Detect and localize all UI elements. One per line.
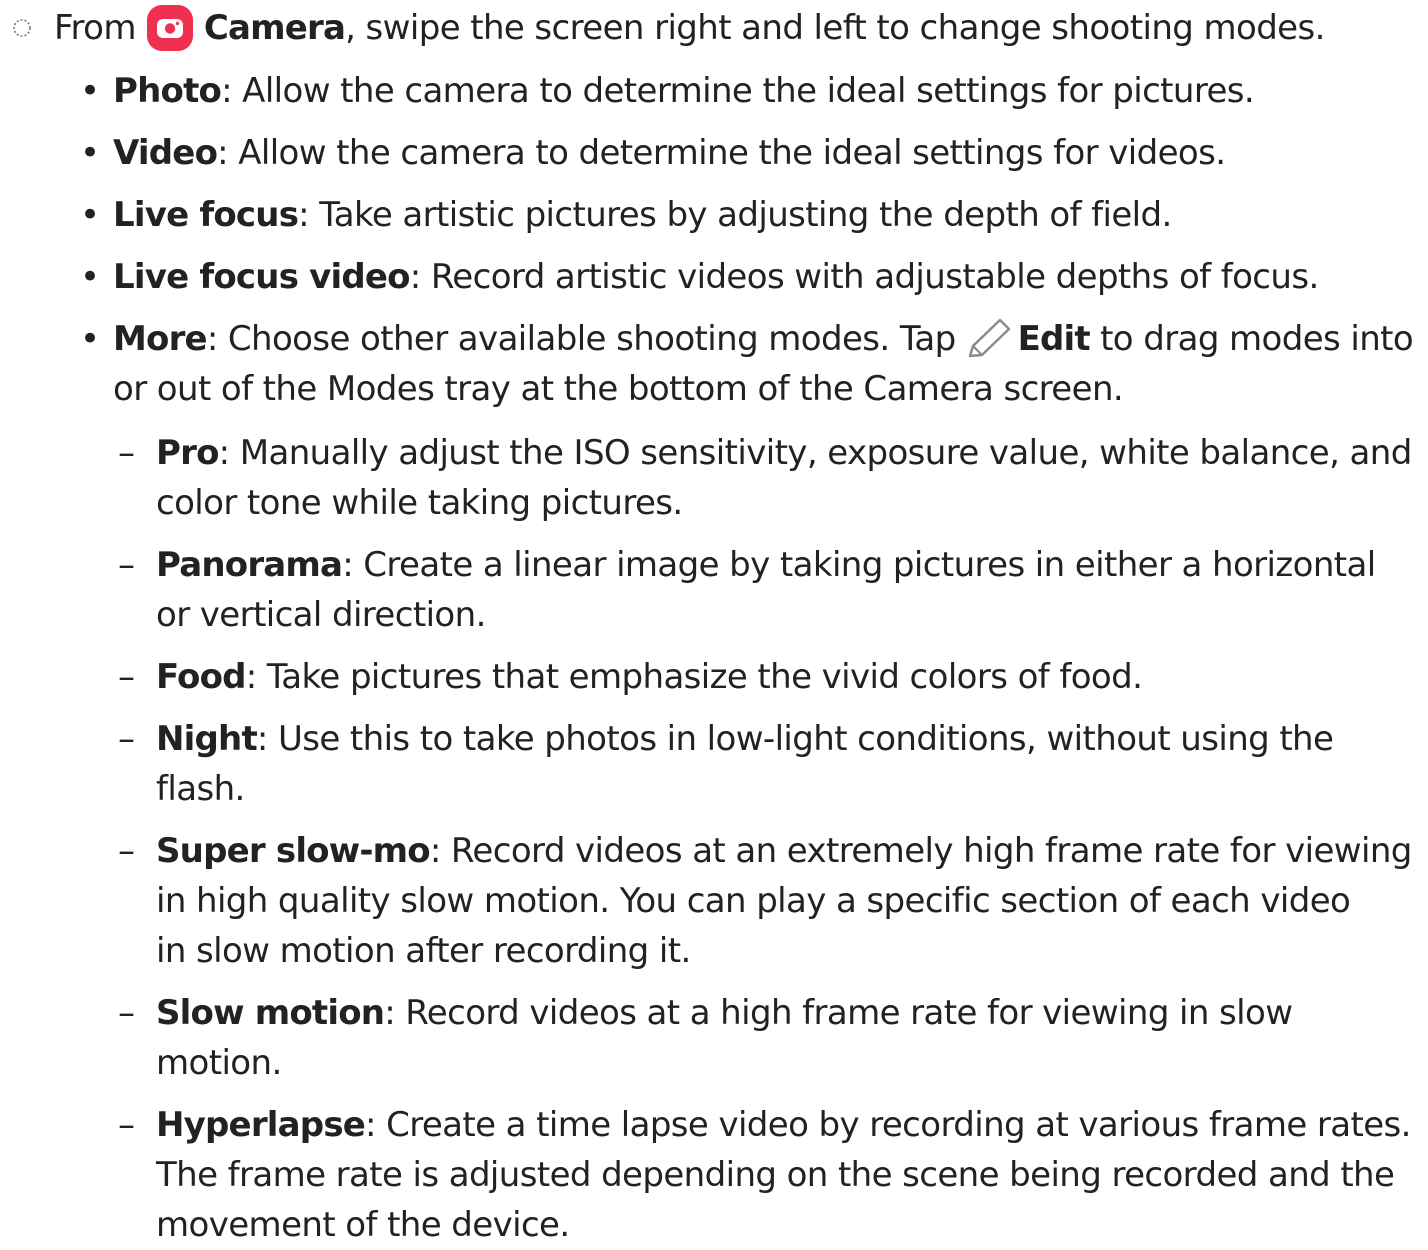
mode-desc-line2: in high quality slow motion. You can pla… (156, 881, 1351, 921)
dash-marker: – (118, 545, 135, 585)
mode-term: Super slow-mo (156, 831, 431, 871)
mode-desc-line2: color tone while taking pictures. (156, 483, 683, 523)
mode-desc: : Choose other available shooting modes.… (206, 319, 956, 359)
mode-desc-line3: in slow motion after recording it. (156, 931, 691, 971)
mode-desc: : Create a linear image by taking pictur… (342, 545, 1376, 585)
list-item-live-focus-video: Live focus video: Record artistic videos… (113, 252, 1413, 302)
intro-text-before: From (54, 8, 136, 48)
mode-term: Food (156, 657, 247, 697)
camera-app-icon (146, 5, 193, 51)
dash-marker: – (118, 433, 135, 473)
mode-desc-line2: or vertical direction. (156, 595, 486, 635)
mode-desc: : Take pictures that emphasize the vivid… (245, 657, 1143, 697)
mode-term: Hyperlapse (156, 1105, 366, 1145)
intro-text-after: , swipe the screen right and left to cha… (345, 8, 1325, 48)
mode-term: Photo (113, 71, 222, 111)
list-item-panorama: Panorama: Create a linear image by takin… (156, 540, 1416, 640)
mode-desc-line2: motion. (156, 1043, 282, 1083)
list-item-photo: Photo: Allow the camera to determine the… (113, 66, 1413, 116)
list-item-live-focus: Live focus: Take artistic pictures by ad… (113, 190, 1413, 240)
document-page: From Camera , swipe the screen right and… (0, 0, 1428, 1245)
dash-marker: – (118, 657, 135, 697)
list-item-pro: Pro: Manually adjust the ISO sensitivity… (156, 428, 1416, 528)
mode-term: Slow motion (156, 993, 385, 1033)
list-item-more: More: Choose other available shooting mo… (113, 314, 1414, 414)
mode-desc: : Manually adjust the ISO sensitivity, e… (218, 433, 1413, 473)
list-item-hyperlapse: Hyperlapse: Create a time lapse video by… (156, 1100, 1416, 1250)
mode-desc: : Take artistic pictures by adjusting th… (298, 195, 1172, 235)
mode-desc: : Record videos at a high frame rate for… (384, 993, 1293, 1033)
mode-desc: : Record artistic videos with adjustable… (409, 257, 1320, 297)
dash-marker: – (118, 831, 135, 871)
list-item-slow-motion: Slow motion: Record videos at a high fra… (156, 988, 1416, 1088)
dash-marker: – (118, 1105, 135, 1145)
step-circle-icon (13, 19, 31, 37)
bullet-marker: • (80, 71, 101, 111)
bullet-marker: • (80, 257, 101, 297)
list-item-food: Food: Take pictures that emphasize the v… (156, 652, 1416, 702)
dash-marker: – (118, 993, 135, 1033)
mode-desc-line2: The frame rate is adjusted depending on … (156, 1155, 1395, 1195)
mode-term: Live focus (113, 195, 299, 235)
mode-term: Video (113, 133, 218, 173)
list-item-video: Video: Allow the camera to determine the… (113, 128, 1413, 178)
list-item-night: Night: Use this to take photos in low-li… (156, 714, 1416, 814)
mode-desc: : Allow the camera to determine the idea… (217, 133, 1226, 173)
mode-desc: : Allow the camera to determine the idea… (221, 71, 1255, 111)
mode-term: Panorama (156, 545, 343, 585)
mode-desc-line2: or out of the Modes tray at the bottom o… (113, 369, 1124, 409)
mode-desc-line3: movement of the device. (156, 1205, 570, 1245)
edit-label: Edit (1017, 319, 1091, 359)
bullet-marker: • (80, 319, 101, 359)
mode-desc: : Record videos at an extremely high fra… (429, 831, 1413, 871)
mode-desc: : Use this to take photos in low-light c… (256, 719, 1334, 759)
pencil-icon (968, 318, 1010, 358)
mode-term: More (113, 319, 208, 359)
mode-term: Pro (156, 433, 219, 473)
bullet-marker: • (80, 195, 101, 235)
mode-term: Live focus video (113, 257, 411, 297)
mode-desc: : Create a time lapse video by recording… (365, 1105, 1411, 1145)
intro-step: From Camera , swipe the screen right and… (0, 0, 1325, 56)
bullet-marker: • (80, 133, 101, 173)
list-item-super-slow-mo: Super slow-mo: Record videos at an extre… (156, 826, 1416, 976)
mode-desc-cont: to drag modes into (1100, 319, 1414, 359)
dash-marker: – (118, 719, 135, 759)
intro-app-name: Camera (203, 8, 346, 48)
mode-desc-line2: flash. (156, 769, 245, 809)
mode-term: Night (156, 719, 258, 759)
